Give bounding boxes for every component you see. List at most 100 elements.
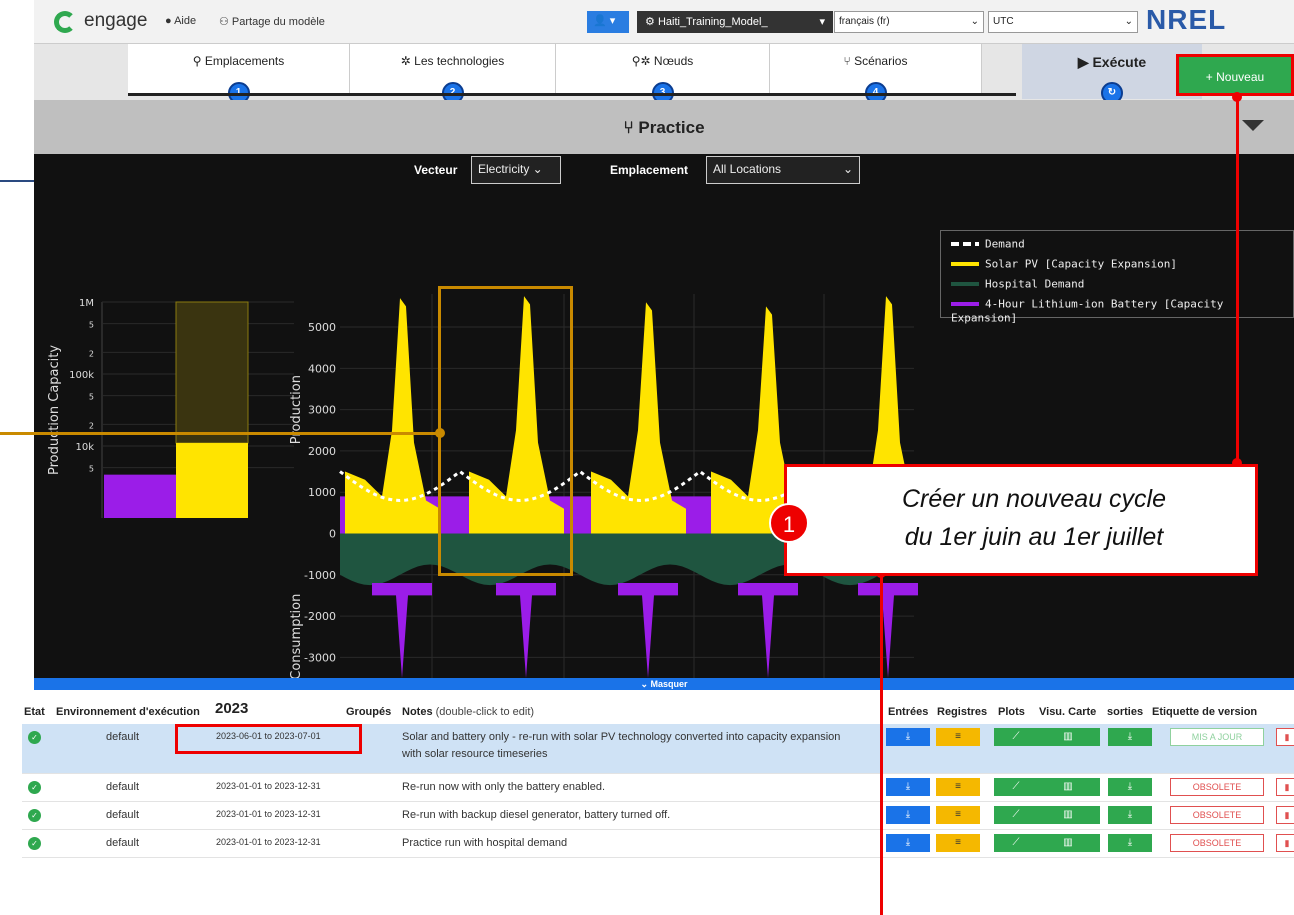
- tab-label: Exécute: [1092, 54, 1147, 70]
- battery-bar: [104, 474, 176, 518]
- logs-button[interactable]: ≡: [936, 806, 980, 824]
- tick-label: 3000: [308, 404, 336, 417]
- tick-label: 0: [329, 527, 336, 540]
- tick-label: 5: [89, 393, 94, 402]
- tab-execute[interactable]: ▶ Exécute ↻: [1022, 44, 1202, 104]
- table-row[interactable]: ✓ default 2023-01-01 to 2023-12-31 Pract…: [22, 830, 1294, 858]
- battery-charge-area: [618, 583, 678, 678]
- new-run-button[interactable]: + Nouveau: [1176, 54, 1294, 96]
- tab-scenarios[interactable]: ⑂ Scénarios4: [770, 44, 982, 104]
- trash-icon[interactable]: ▮: [1276, 806, 1294, 824]
- gear-icon: ✲: [400, 54, 415, 68]
- col-version: Etiquette de version: [1152, 706, 1258, 718]
- nav-progress-line: [128, 93, 1016, 96]
- model-selector[interactable]: ⚙ Haiti_Training_Model_ ▾: [637, 11, 833, 33]
- help-label: Aide: [174, 15, 197, 27]
- date-range-cell: 2023-01-01 to 2023-12-31: [216, 781, 321, 791]
- plots-button[interactable]: ⟋: [994, 806, 1038, 824]
- tick-label: 1000: [308, 486, 336, 499]
- solar-bar: [176, 443, 248, 518]
- download-outputs-button[interactable]: ⤓: [1108, 778, 1152, 796]
- tab-label: Emplacements: [204, 54, 285, 68]
- logs-button[interactable]: ≡: [936, 834, 980, 852]
- tick-label: 10k: [75, 442, 94, 453]
- callout-pointer-line: [1236, 98, 1239, 464]
- version-status-badge[interactable]: OBSOLETE: [1170, 834, 1264, 852]
- legend-item[interactable]: Demand: [951, 237, 1025, 251]
- map-button[interactable]: ▥: [1036, 778, 1100, 796]
- axis-title: Consumption: [289, 594, 304, 678]
- table-row[interactable]: ✓ default 2023-01-01 to 2023-12-31 Re-ru…: [22, 802, 1294, 830]
- workflow-nav: ⚲ Emplacements1 ✲ Les technologies2 ⚲✲ N…: [34, 44, 1294, 104]
- language-select[interactable]: français (fr) ⌄: [834, 11, 984, 33]
- notes-cell[interactable]: Re-run now with only the battery enabled…: [402, 781, 605, 793]
- user-menu-button[interactable]: 👤 ▾: [587, 11, 629, 33]
- map-button[interactable]: ▥: [1036, 728, 1100, 746]
- version-status-badge[interactable]: OBSOLETE: [1170, 778, 1264, 796]
- legend-item[interactable]: 4-Hour Lithium-ion Battery [Capacity Exp…: [951, 297, 1293, 324]
- tab-emplacements[interactable]: ⚲ Emplacements1: [128, 44, 350, 104]
- download-outputs-button[interactable]: ⤓: [1108, 806, 1152, 824]
- legend-item[interactable]: Hospital Demand: [951, 277, 1084, 291]
- model-name: Haiti_Training_Model_: [657, 16, 768, 28]
- logs-button[interactable]: ≡: [936, 728, 980, 746]
- tick-label: 2: [89, 421, 94, 430]
- hide-panel-bar[interactable]: ⌄ Masquer: [34, 678, 1294, 690]
- plots-button[interactable]: ⟋: [994, 728, 1038, 746]
- status-ok-icon: ✓: [28, 809, 41, 822]
- branch-icon: ⑂: [843, 54, 855, 68]
- battery-charge-area: [496, 583, 556, 678]
- download-inputs-button[interactable]: ⤓: [886, 806, 930, 824]
- tab-label: Les technologies: [414, 54, 505, 68]
- plots-button[interactable]: ⟋: [994, 834, 1038, 852]
- table-row[interactable]: ✓ default 2023-01-01 to 2023-12-31 Re-ru…: [22, 774, 1294, 802]
- logs-button[interactable]: ≡: [936, 778, 980, 796]
- step-badge: 1: [769, 503, 809, 543]
- project-bar: ⑂ Practice: [34, 100, 1294, 154]
- trash-icon[interactable]: ▮: [1276, 728, 1294, 746]
- tick-label: 1M: [79, 298, 94, 309]
- map-button[interactable]: ▥: [1036, 806, 1100, 824]
- trash-icon[interactable]: ▮: [1276, 834, 1294, 852]
- date-range-cell: 2023-01-01 to 2023-12-31: [216, 837, 321, 847]
- tick-label: 5000: [308, 321, 336, 334]
- battery-charge-area: [858, 583, 918, 678]
- share-label: Partage du modèle: [231, 16, 325, 28]
- timezone-select[interactable]: UTC ⌄: [988, 11, 1138, 33]
- tab-technologies[interactable]: ✲ Les technologies2: [350, 44, 556, 104]
- caret-down-icon[interactable]: [1242, 120, 1264, 131]
- callout-pointer-dot: [1232, 92, 1242, 102]
- user-icon: 👤: [593, 15, 607, 27]
- plots-button[interactable]: ⟋: [994, 778, 1038, 796]
- download-inputs-button[interactable]: ⤓: [886, 728, 930, 746]
- instruction-callout: Créer un nouveau cycle du 1er juin au 1e…: [784, 464, 1258, 576]
- notes-cell[interactable]: Solar and battery only - re-run with sol…: [402, 729, 862, 763]
- highlight-pointer-line: [0, 432, 440, 435]
- tick-label: 100k: [69, 370, 94, 381]
- language-value: français (fr): [839, 16, 890, 27]
- download-outputs-button[interactable]: ⤓: [1108, 834, 1152, 852]
- col-plots: Plots: [998, 706, 1025, 718]
- download-inputs-button[interactable]: ⤓: [886, 834, 930, 852]
- download-inputs-button[interactable]: ⤓: [886, 778, 930, 796]
- legend-label: Solar PV [Capacity Expansion]: [985, 257, 1178, 271]
- tab-label: Nœuds: [653, 54, 694, 68]
- version-status-badge[interactable]: OBSOLETE: [1170, 806, 1264, 824]
- share-model-link[interactable]: ⚇ Partage du modèle: [219, 15, 325, 28]
- help-link[interactable]: ● Aide: [165, 15, 196, 27]
- map-button[interactable]: ▥: [1036, 834, 1100, 852]
- download-outputs-button[interactable]: ⤓: [1108, 728, 1152, 746]
- project-title: ⑂ Practice: [34, 118, 1294, 138]
- notes-cell[interactable]: Re-run with backup diesel generator, bat…: [402, 809, 670, 821]
- tick-label: -1000: [304, 569, 336, 582]
- version-status-badge[interactable]: MIS A JOUR: [1170, 728, 1264, 746]
- trash-icon[interactable]: ▮: [1276, 778, 1294, 796]
- legend-item[interactable]: Solar PV [Capacity Expansion]: [951, 257, 1177, 271]
- tab-noeuds[interactable]: ⚲✲ Nœuds3: [556, 44, 770, 104]
- notes-cell[interactable]: Practice run with hospital demand: [402, 837, 567, 849]
- battery-charge-area: [372, 583, 432, 678]
- tick-label: 2000: [308, 445, 336, 458]
- axis-title: Production Capacity: [47, 345, 62, 475]
- highlight-day-box: [438, 286, 573, 576]
- env-cell: default: [106, 731, 140, 743]
